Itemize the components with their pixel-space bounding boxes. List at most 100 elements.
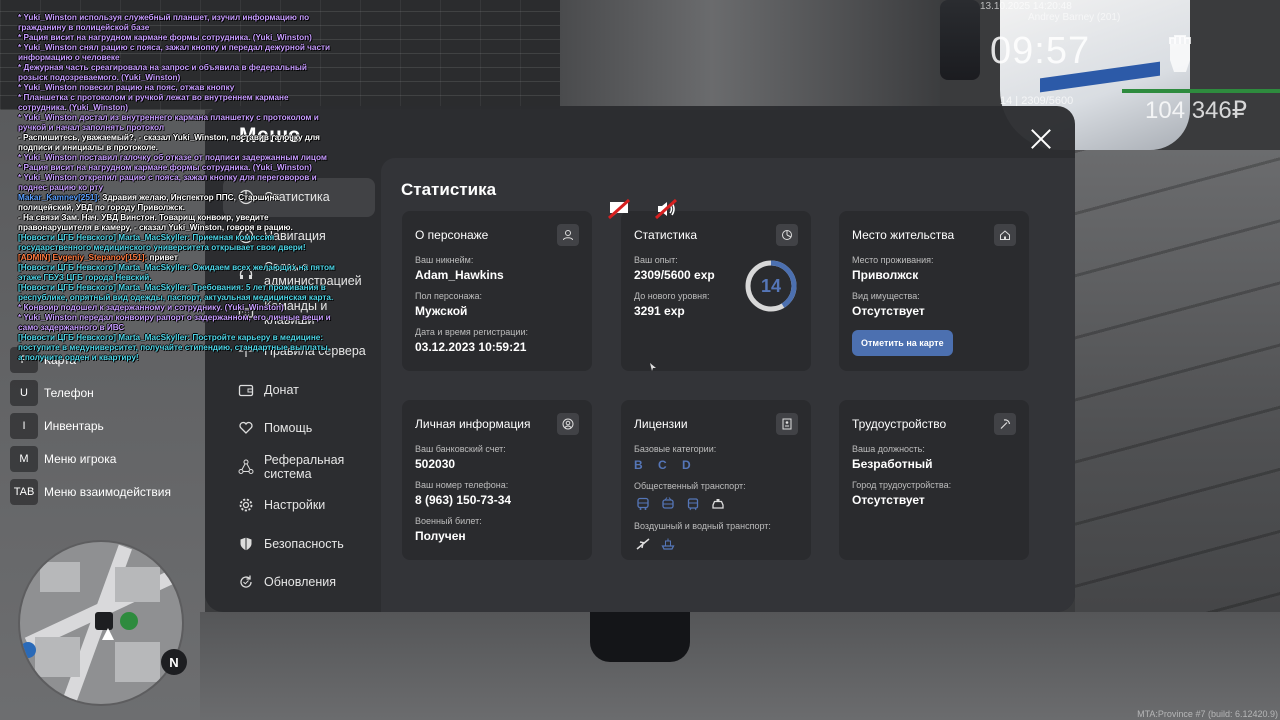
chat-message-text: [Новости ЦГБ Невского] Marta_MacSkyller:… bbox=[18, 233, 306, 252]
chat-message: * Yuki_Winston повесил рацию на пояс, от… bbox=[18, 83, 336, 93]
military-label: Военный билет: bbox=[415, 516, 482, 526]
keybind-row: I Инвентарь bbox=[10, 409, 200, 442]
tram-icon bbox=[684, 495, 701, 512]
public-transport-label: Общественный транспорт: bbox=[634, 481, 746, 491]
bus-marker-icon bbox=[120, 612, 138, 630]
nav-item-label: Обновления bbox=[264, 575, 336, 590]
chat-message: * Рация висит на нагрудном кармане формы… bbox=[18, 163, 336, 173]
chat-message: [Новости ЦГБ Невского] Marta_MacSkyller:… bbox=[18, 263, 336, 283]
chat-message-text: * Yuki_Winston используя служебный планш… bbox=[18, 13, 310, 32]
key-label: Меню взаимодействия bbox=[44, 484, 171, 499]
key-cap: I bbox=[10, 412, 38, 439]
chat-message: * Yuki_Winston передал конвоиру рапорт о… bbox=[18, 313, 336, 333]
concrete-wall bbox=[560, 0, 940, 110]
player-arrow-icon bbox=[102, 628, 114, 640]
plane-icon bbox=[634, 535, 651, 552]
chat-message: * Yuki_Winston открепил рацию с пояса, з… bbox=[18, 173, 336, 193]
gender-value: Мужской bbox=[415, 304, 468, 318]
nav-item-wallet[interactable]: Донат bbox=[223, 371, 375, 410]
taxi-icon bbox=[709, 495, 726, 512]
chat-message: * Yuki_Winston снял рацию с пояса, зажал… bbox=[18, 43, 336, 63]
home-icon bbox=[994, 224, 1016, 246]
trolleybus-icon bbox=[659, 495, 676, 512]
basic-categories-label: Базовые категории: bbox=[634, 444, 717, 454]
keybind-hints: F Карта U Телефон I Инвентарь M Меню игрока TAB М… bbox=[10, 343, 200, 508]
basic-categories-value: B C D bbox=[634, 458, 697, 472]
player-legs bbox=[590, 612, 690, 662]
reg-value: 03.12.2023 10:59:21 bbox=[415, 340, 527, 354]
nav-item-label: Помощь bbox=[264, 421, 313, 436]
chat-message-text: * Yuki_Winston достал из внутреннего кар… bbox=[18, 113, 319, 132]
chat-message-text: * Конвоир подошел к задержанному и сотру… bbox=[18, 303, 284, 312]
voice-muted-icon bbox=[654, 198, 678, 220]
key-cap: TAB bbox=[10, 478, 38, 505]
bank-value: 502030 bbox=[415, 457, 456, 471]
boat-icon bbox=[659, 535, 676, 552]
nav-item-refresh[interactable]: Обновления bbox=[223, 563, 375, 602]
level-number: 14 bbox=[760, 275, 782, 296]
fist-icon bbox=[1169, 35, 1191, 72]
card-title: Место жительства bbox=[852, 228, 955, 242]
chat-message-text: * Yuki_Winston повесил рацию на пояс, от… bbox=[18, 83, 235, 92]
hud-player-name: Andrey Barney (201) bbox=[1028, 12, 1121, 23]
nav-item-label: Реферальная система bbox=[264, 452, 345, 481]
mouse-cursor-icon bbox=[650, 363, 656, 371]
close-button[interactable] bbox=[1028, 126, 1054, 152]
nav-item-label: Безопасность bbox=[264, 536, 344, 551]
nav-item-shield[interactable]: Безопасность bbox=[223, 525, 375, 564]
chat-message: Makar_Kamnev[251]: Здравия желаю, Инспек… bbox=[18, 193, 336, 213]
north-indicator: N bbox=[161, 649, 187, 675]
hud-clock: 09:57 bbox=[990, 30, 1091, 72]
nick-value: Adam_Hawkins bbox=[415, 268, 504, 282]
card-title: Трудоустройство bbox=[852, 417, 947, 431]
chat-message-text: [Новости ЦГБ Невского] Marta_MacSkyller:… bbox=[18, 333, 331, 362]
chat-message: * Yuki_Winston достал из внутреннего кар… bbox=[18, 113, 336, 133]
place-label: Место проживания: bbox=[852, 255, 934, 265]
nav-item-heart-hand[interactable]: Помощь bbox=[223, 409, 375, 448]
chat-message: [Новости ЦГБ Невского] Marta_MacSkyller:… bbox=[18, 233, 336, 253]
pickaxe-icon bbox=[994, 413, 1016, 435]
keybind-row: TAB Меню взаимодействия bbox=[10, 475, 200, 508]
pie-chart-icon bbox=[776, 224, 798, 246]
chat-message: * Планшетка с протоколом и ручкой лежат … bbox=[18, 93, 336, 113]
chat-message: - Распишитесь, уважаемый?, - сказал Yuki… bbox=[18, 133, 336, 153]
chat-message: - На связи Зам. Нач. УВД Винстон. Товари… bbox=[18, 213, 336, 233]
nav-item-gear[interactable]: Настройки bbox=[223, 486, 375, 525]
floor-bottom bbox=[200, 612, 1280, 720]
key-cap: M bbox=[10, 445, 38, 472]
chat-message-text: Makar_Kamnev[251]: bbox=[18, 193, 100, 202]
chat-message: * Конвоир подошел к задержанному и сотру… bbox=[18, 303, 336, 313]
chat-message: * Дежурная часть среагировала на запрос … bbox=[18, 63, 336, 83]
minimap[interactable] bbox=[18, 540, 184, 706]
bus-icon bbox=[634, 495, 651, 512]
nav-item-label: Донат bbox=[264, 382, 299, 397]
key-label: Меню игрока bbox=[44, 451, 117, 466]
user-circle-icon bbox=[557, 413, 579, 435]
chat-message-text: * Дежурная часть среагировала на запрос … bbox=[18, 63, 307, 82]
shield-icon bbox=[237, 535, 255, 553]
health-bar bbox=[1122, 89, 1280, 93]
mark-on-map-button[interactable]: Отметить на карте bbox=[852, 330, 953, 356]
air-water-transport-label: Воздушный и водный транспорт: bbox=[634, 521, 771, 531]
id-card-icon bbox=[776, 413, 798, 435]
chat-message: [Новости ЦГБ Невского] Marta_MacSkyller:… bbox=[18, 283, 336, 303]
nav-item-network[interactable]: Реферальная система bbox=[223, 448, 375, 487]
build-info: MTA:Province #7 (build: 6.12420.9) bbox=[1137, 709, 1278, 719]
card-title: О персонаже bbox=[415, 228, 489, 242]
chat-message: * Рация висит на нагрудном кармане формы… bbox=[18, 33, 336, 43]
card-title: Лицензии bbox=[634, 417, 688, 431]
chat-message-text: - На связи Зам. Нач. УВД Винстон. Товари… bbox=[18, 213, 293, 232]
chat-message-text: * Планшетка с протоколом и ручкой лежат … bbox=[18, 93, 289, 112]
keybind-row: M Меню игрока bbox=[10, 442, 200, 475]
card-title: Личная информация bbox=[415, 417, 531, 431]
military-value: Получен bbox=[415, 529, 466, 543]
nav-item-label: Настройки bbox=[264, 498, 326, 513]
hud-datetime: 13.10.2025 14:20:48 bbox=[980, 1, 1072, 12]
gender-label: Пол персонажа: bbox=[415, 291, 483, 301]
section-title: Статистика bbox=[401, 180, 497, 199]
key-label: Телефон bbox=[44, 385, 94, 400]
work-city-label: Город трудоустройства: bbox=[852, 480, 952, 490]
heart-hand-icon bbox=[237, 419, 255, 437]
gear-icon bbox=[237, 496, 255, 514]
phone-value: 8 (963) 150-73-34 bbox=[415, 493, 512, 507]
